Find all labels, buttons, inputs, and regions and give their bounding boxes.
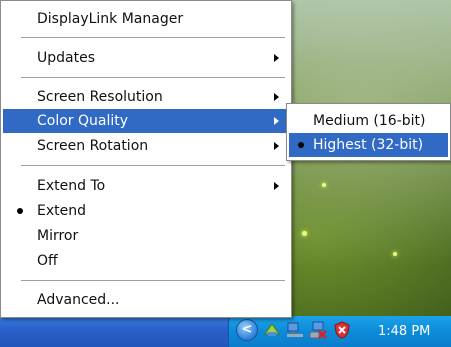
submenu-arrow-icon (274, 142, 279, 150)
menu-separator (21, 37, 285, 38)
network-disconnected-icon[interactable] (308, 320, 328, 340)
menu-item-label: Advanced... (37, 292, 120, 308)
menu-separator (21, 77, 285, 78)
menu-item-displaylink-manager[interactable]: DisplayLink Manager (3, 7, 289, 31)
tray-app-icon[interactable] (262, 320, 282, 340)
menu-item-label: Screen Resolution (37, 89, 163, 105)
submenu-item-highest-32bit[interactable]: Highest (32-bit) (289, 133, 448, 157)
menu-item-screen-resolution[interactable]: Screen Resolution (3, 85, 289, 109)
menu-item-color-quality[interactable]: Color Quality (3, 109, 289, 133)
selected-bullet-icon (17, 208, 23, 214)
submenu-arrow-icon (274, 117, 279, 125)
displaylink-context-menu: DisplayLink Manager Updates Screen Resol… (0, 0, 292, 318)
menu-separator (21, 280, 285, 281)
wallpaper-sparkle (322, 183, 326, 187)
menu-item-label: DisplayLink Manager (37, 11, 184, 27)
menu-item-label: Mirror (37, 228, 79, 244)
menu-item-label: Color Quality (37, 113, 129, 129)
submenu-item-label: Medium (16-bit) (313, 113, 426, 129)
submenu-arrow-icon (274, 93, 279, 101)
color-quality-submenu: Medium (16-bit) Highest (32-bit) (286, 103, 451, 161)
menu-item-label: Off (37, 253, 58, 269)
submenu-arrow-icon (274, 54, 279, 62)
menu-item-updates[interactable]: Updates (3, 46, 289, 70)
menu-separator (21, 165, 285, 166)
menu-item-extend[interactable]: Extend (3, 199, 289, 223)
security-shield-icon[interactable] (332, 320, 352, 340)
menu-item-label: Extend (37, 203, 86, 219)
network-icon[interactable] (285, 320, 305, 340)
selected-bullet-icon (298, 142, 304, 148)
menu-item-extend-to[interactable]: Extend To (3, 174, 289, 198)
menu-item-label: Extend To (37, 178, 106, 194)
menu-item-label: Updates (37, 50, 95, 66)
submenu-item-medium-16bit[interactable]: Medium (16-bit) (289, 109, 448, 133)
menu-item-mirror[interactable]: Mirror (3, 224, 289, 248)
menu-item-screen-rotation[interactable]: Screen Rotation (3, 134, 289, 158)
show-hidden-icons-button[interactable]: < (236, 319, 258, 341)
menu-item-label: Screen Rotation (37, 138, 149, 154)
submenu-item-label: Highest (32-bit) (313, 137, 424, 153)
submenu-arrow-icon (274, 182, 279, 190)
menu-item-advanced[interactable]: Advanced... (3, 288, 289, 312)
wallpaper-sparkle (302, 231, 307, 236)
wallpaper-sparkle (393, 252, 397, 256)
taskbar-clock[interactable]: 1:48 PM (378, 316, 430, 347)
menu-item-off[interactable]: Off (3, 249, 289, 273)
